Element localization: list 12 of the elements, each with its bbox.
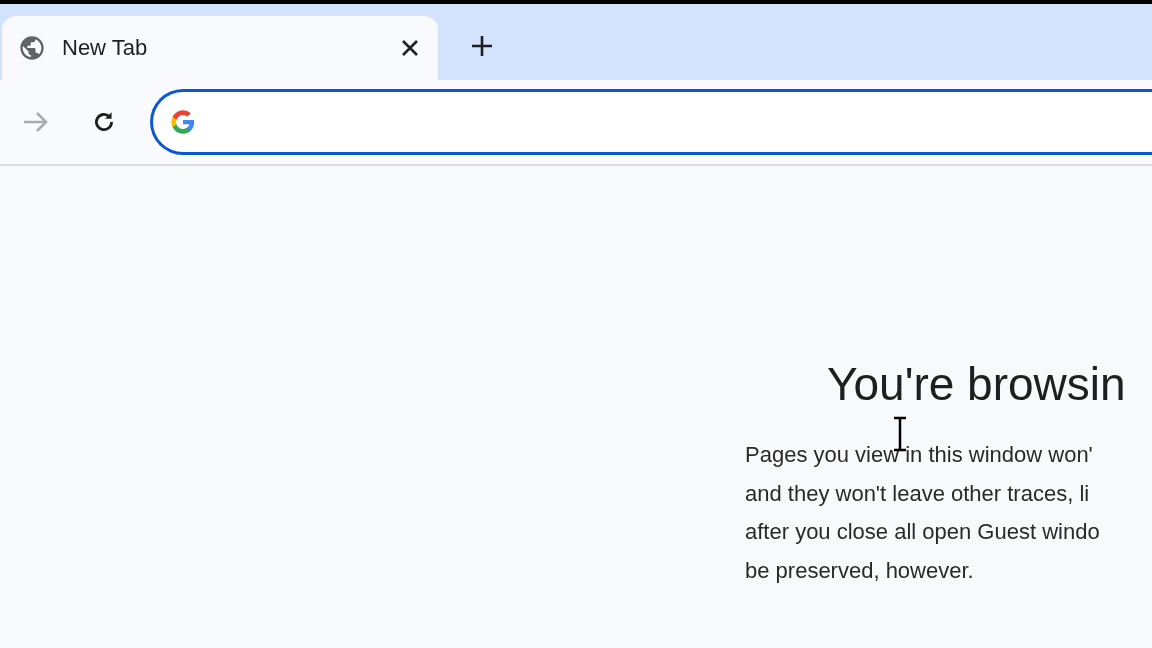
body-text-line: after you close all open Guest windo [745,518,1100,546]
globe-icon [18,34,46,62]
body-text-line: Pages you view in this window won' [745,441,1093,469]
arrow-right-icon [23,110,49,134]
address-bar[interactable] [150,89,1152,155]
page-heading: You're browsin [827,357,1127,412]
body-text-line: and they won't leave other traces, li [745,479,1090,508]
body-text-line: be preserved, however. [745,556,974,585]
plus-icon [471,35,493,57]
browser-tab[interactable]: New Tab [2,16,438,80]
tab-title: New Tab [62,35,149,61]
google-logo-icon [169,108,197,136]
